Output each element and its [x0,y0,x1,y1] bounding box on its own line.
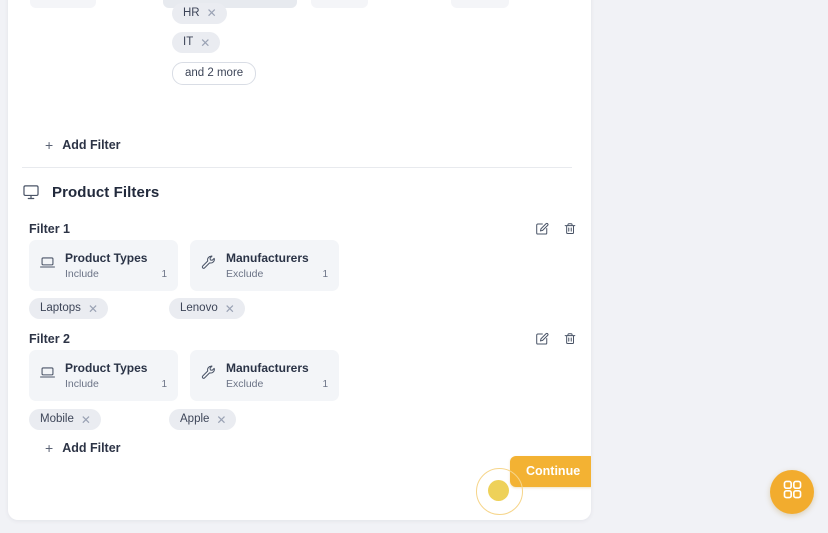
chip-item: and 2 more [172,62,278,85]
chip-mobile[interactable]: Mobile ✕ [29,409,101,431]
chip-label: Apple [180,413,210,425]
filter-group-2-chips: Mobile ✕ Apple ✕ [29,409,297,431]
card-subrow: Include 1 [65,268,167,282]
close-icon[interactable]: ✕ [88,303,98,315]
edit-icon[interactable] [534,331,550,347]
add-filter-label: Add Filter [62,138,121,152]
card-title: Product Types [65,251,148,265]
wrench-icon [200,364,217,386]
panel-footer: Continue [8,442,591,520]
filter-card-manufacturers[interactable]: Manufacturers Exclude 1 [190,350,339,401]
filter-2-actions [534,331,578,347]
filter-1-label: Filter 1 [29,222,70,236]
product-filters-header: Product Filters [22,183,159,201]
filter-1-actions [534,221,578,237]
laptop-icon [39,364,56,386]
filter-card-product-types[interactable]: Product Types Include 1 [29,350,178,401]
partial-card [451,0,509,8]
card-subrow: Exclude 1 [226,378,328,392]
partial-card [30,0,96,8]
wrench-icon [200,254,217,276]
filter-card-product-types[interactable]: Product Types Include 1 [29,240,178,291]
chip-item: IT ✕ [172,32,278,53]
chip-label: Lenovo [180,302,218,314]
chip-apple[interactable]: Apple ✕ [169,409,237,431]
chip-and-more[interactable]: and 2 more [172,62,257,85]
chips-cell: Lenovo ✕ [169,298,297,320]
filter-group-2-header: Filter 2 [29,331,578,347]
filter-group-1-chips: Laptops ✕ Lenovo ✕ [29,298,297,320]
card-count: 1 [322,379,328,390]
filter-card-manufacturers[interactable]: Manufacturers Exclude 1 [190,240,339,291]
product-filters-title: Product Filters [52,183,160,201]
card-title: Manufacturers [226,251,309,265]
card-mode: Include [65,378,99,390]
card-mode: Include [65,268,99,280]
add-filter-button-top[interactable]: + Add Filter [45,136,121,154]
monitor-icon [22,183,40,201]
chip-item: HR ✕ [172,2,278,24]
trash-icon[interactable] [562,221,578,237]
chip-label: HR [183,6,200,19]
chips-cell: Mobile ✕ [29,409,157,431]
chip-laptops[interactable]: Laptops ✕ [29,298,108,320]
chip-it[interactable]: IT ✕ [172,32,221,53]
trash-icon[interactable] [562,331,578,347]
department-chips-list: Development ✕ Finance ✕ HR ✕ IT [172,0,278,88]
laptop-icon [39,254,56,276]
filters-panel: Development ✕ Finance ✕ HR ✕ IT [8,0,591,520]
continue-button[interactable]: Continue [510,456,591,487]
close-icon[interactable]: ✕ [225,303,235,315]
chip-label: Laptops [40,302,81,314]
card-mode: Exclude [226,268,264,280]
partial-cards-row [8,0,591,8]
chip-label: and 2 more [185,66,244,79]
card-count: 1 [161,269,167,280]
edit-icon[interactable] [534,221,550,237]
card-subrow: Exclude 1 [226,268,328,282]
filter-card-text: Product Types Include 1 [65,249,167,282]
chip-hr[interactable]: HR ✕ [172,2,227,24]
screen-root: Development ✕ Finance ✕ HR ✕ IT [0,0,828,533]
chip-label: Mobile [40,413,74,425]
section-divider [22,167,572,168]
card-mode: Exclude [226,378,264,390]
close-icon[interactable]: ✕ [207,7,217,19]
chips-cell: Laptops ✕ [29,298,157,320]
partial-card [311,0,368,8]
grid-apps-icon [782,479,803,505]
plus-icon: + [45,137,54,153]
card-title: Manufacturers [226,361,309,375]
chip-lenovo[interactable]: Lenovo ✕ [169,298,245,320]
apps-fab-button[interactable] [770,470,814,514]
close-icon[interactable]: ✕ [216,414,226,426]
chip-label: IT [183,35,194,48]
filter-card-text: Product Types Include 1 [65,359,167,392]
filter-2-label: Filter 2 [29,332,70,346]
card-count: 1 [322,269,328,280]
card-count: 1 [161,379,167,390]
chips-cell: Apple ✕ [169,409,297,431]
card-title: Product Types [65,361,148,375]
filter-card-text: Manufacturers Exclude 1 [226,249,328,282]
filter-group-2-cards: Product Types Include 1 Manufacturers Ex… [29,350,339,401]
card-subrow: Include 1 [65,378,167,392]
filter-group-1-cards: Product Types Include 1 Manufacturers Ex… [29,240,339,291]
close-icon[interactable]: ✕ [81,414,91,426]
filter-group-1-header: Filter 1 [29,221,578,237]
close-icon[interactable]: ✕ [200,37,210,49]
filter-card-text: Manufacturers Exclude 1 [226,359,328,392]
